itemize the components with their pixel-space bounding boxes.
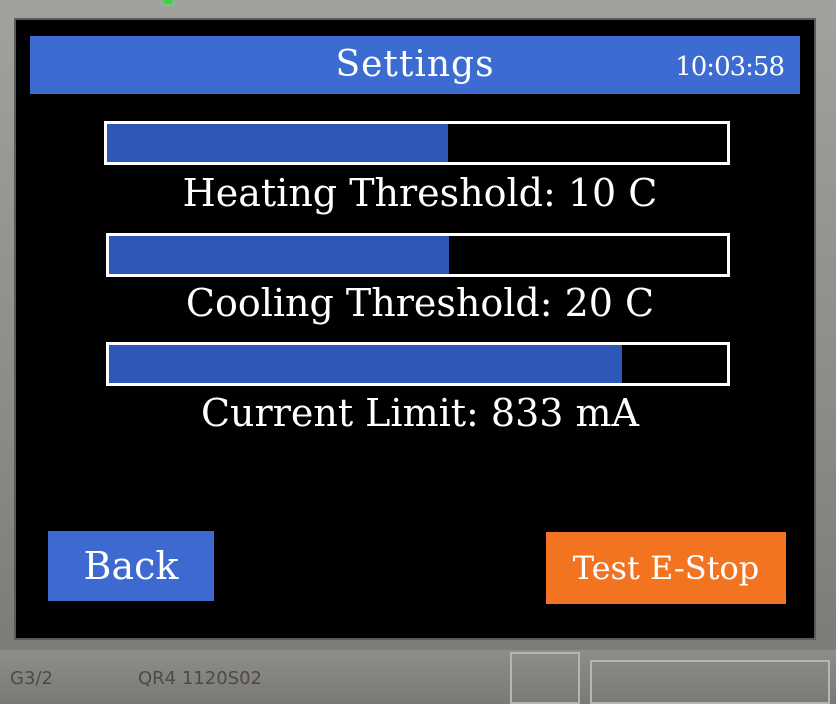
heating-threshold-fill (107, 124, 448, 162)
flex-trace (590, 660, 830, 704)
heating-threshold-label: Heating Threshold: 10 C (182, 171, 658, 215)
test-estop-button[interactable]: Test E-Stop (546, 532, 786, 604)
current-limit-fill (109, 345, 622, 383)
current-limit-label: Current Limit: 833 mA (200, 391, 639, 435)
cooling-threshold-fill (109, 236, 449, 274)
board-print-right: QR4 1120S02 (138, 668, 262, 689)
back-button[interactable]: Back (48, 531, 214, 601)
current-limit-slider[interactable] (106, 342, 730, 386)
heating-threshold-slider[interactable] (104, 121, 730, 165)
clock-display: 10:03:58 (675, 52, 785, 82)
title-bar: Settings 10:03:58 (30, 36, 800, 94)
board-print-left: G3/2 (10, 668, 53, 689)
status-led (163, 0, 173, 4)
cooling-threshold-slider[interactable] (106, 233, 730, 277)
display-screen: Settings 10:03:58 Heating Threshold: 10 … (14, 18, 816, 640)
flex-connector (510, 652, 580, 704)
cooling-threshold-label: Cooling Threshold: 20 C (185, 281, 655, 325)
